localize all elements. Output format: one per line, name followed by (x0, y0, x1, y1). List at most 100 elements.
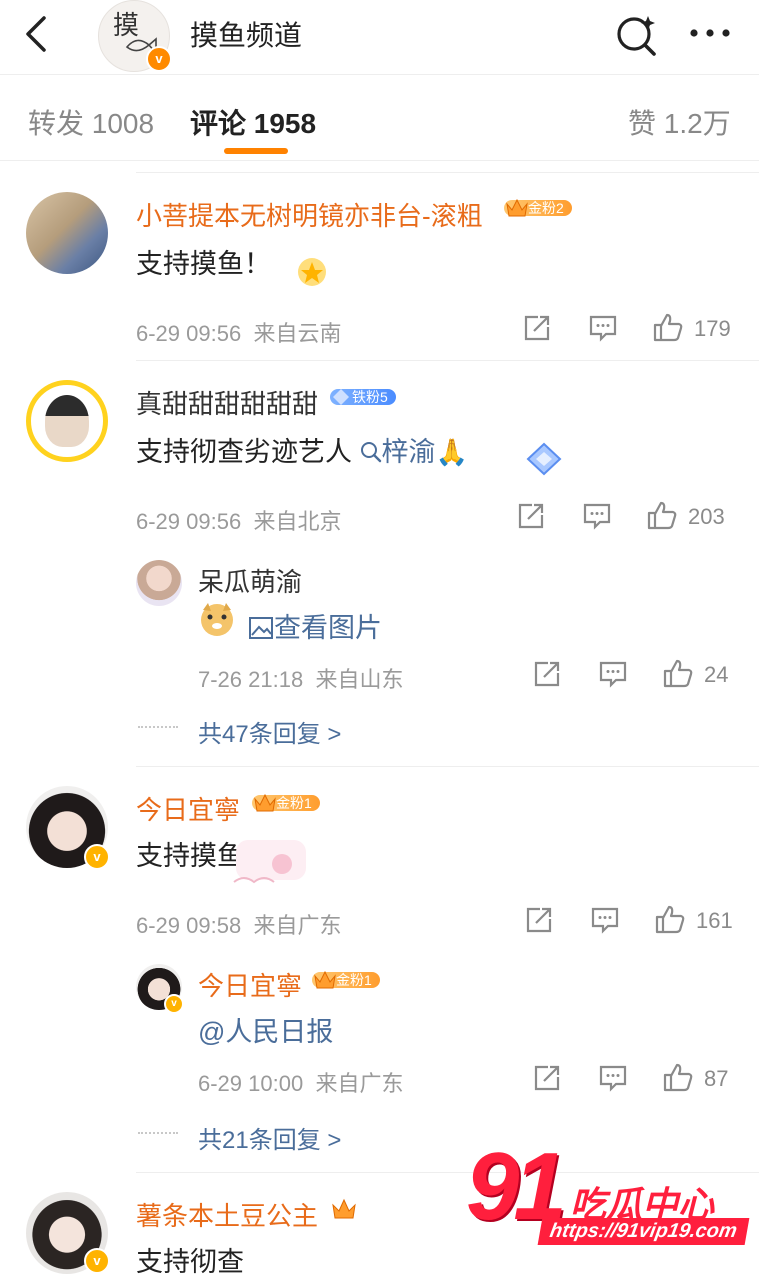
diamond-icon (333, 389, 349, 405)
reply-button[interactable] (582, 502, 612, 535)
fan-badge: 金粉1 (252, 793, 320, 813)
image-icon (249, 617, 273, 639)
share-icon (524, 315, 550, 341)
like-count: 87 (704, 1066, 729, 1091)
like-button[interactable] (654, 904, 686, 939)
like-count: 203 (688, 504, 725, 529)
more-replies-link[interactable]: 共47条回复 > (198, 714, 341, 749)
share-icon (534, 1065, 560, 1091)
fan-badge: 金粉2 (504, 198, 572, 218)
like-button[interactable] (646, 500, 678, 535)
header-divider (0, 74, 759, 75)
reply-time: 6-29 10:00 来自广东 (198, 1071, 404, 1096)
thumbs-up-icon (663, 1063, 693, 1092)
like-button[interactable] (662, 658, 694, 693)
comment-text: 支持摸鱼 (136, 841, 244, 871)
thumbs-up-icon (653, 313, 683, 342)
comment-text: 支持摸鱼！ (136, 249, 271, 279)
comment-author[interactable]: 薯条本土豆公主 (136, 1196, 318, 1233)
divider (136, 766, 759, 767)
thumbs-up-icon (647, 501, 677, 530)
comment-text: 支持彻查劣迹艺人 梓渝🙏 (136, 437, 468, 467)
comment-bubble-decoration (288, 252, 336, 297)
more-replies-link[interactable]: 共21条回复 > (198, 1120, 341, 1155)
comment-icon (589, 315, 617, 342)
reply-button[interactable] (590, 906, 620, 939)
reply-author[interactable]: 今日宜寧 (198, 966, 302, 1003)
tab-comment[interactable]: 评论 1958 (190, 102, 316, 142)
share-button[interactable] (532, 1064, 562, 1097)
like-count: 179 (694, 316, 731, 341)
diamond-decoration-icon (526, 442, 562, 476)
reply-button[interactable] (598, 660, 628, 693)
topic-link[interactable]: 梓渝 (360, 437, 436, 467)
like-button[interactable] (652, 312, 684, 347)
like-button[interactable] (662, 1062, 694, 1097)
share-button[interactable] (524, 906, 554, 939)
page-title: 摸鱼频道 (190, 20, 303, 51)
back-button[interactable] (18, 12, 58, 56)
share-button[interactable] (522, 314, 552, 347)
divider (136, 360, 759, 361)
share-button[interactable] (516, 502, 546, 535)
crown-icon (254, 793, 276, 812)
pink-cloud-decoration-icon (233, 840, 306, 884)
share-icon (526, 907, 552, 933)
fan-badge: 金粉1 (312, 970, 380, 990)
fan-badge: 铁粉5 (330, 387, 396, 407)
reply-text[interactable]: @人民日报 (198, 1010, 333, 1049)
avatar[interactable] (136, 560, 182, 606)
chevron-left-icon (26, 16, 46, 52)
divider (136, 172, 759, 173)
share-icon (518, 503, 544, 529)
comment-icon (583, 503, 611, 530)
comment-time: 6-29 09:58 来自广东 (136, 913, 342, 938)
dotted-line (138, 726, 178, 728)
tabs-divider (0, 160, 759, 161)
reply-button[interactable] (598, 1064, 628, 1097)
share-icon (534, 661, 560, 687)
reply-button[interactable] (588, 314, 618, 347)
comment-time: 6-29 09:56 来自云南 (136, 321, 342, 346)
crown-icon (506, 198, 528, 217)
search-icon (360, 442, 381, 463)
comment-bubble-decoration (520, 438, 568, 485)
reply-time: 7-26 21:18 来自山东 (198, 667, 404, 692)
thumbs-up-icon (663, 659, 693, 688)
more-dots-icon (690, 29, 730, 37)
more-options-button[interactable] (688, 20, 734, 46)
comment-icon (599, 1065, 627, 1092)
share-button[interactable] (532, 660, 562, 693)
thumbs-up-icon (655, 905, 685, 934)
dotted-line (138, 1132, 178, 1134)
comment-bubble-decoration (230, 836, 320, 893)
search-sparkle-icon (617, 16, 656, 56)
tab-repost[interactable]: 转发 1008 (28, 102, 154, 142)
verified-badge-icon: v (84, 844, 110, 870)
avatar[interactable] (26, 192, 108, 274)
crown-icon (314, 970, 336, 989)
view-image-link[interactable]: 查看图片 (248, 606, 382, 645)
comment-icon (599, 661, 627, 688)
doge-emoji-icon (198, 600, 236, 643)
comment-author[interactable]: 今日宜寧 (136, 790, 240, 827)
verified-badge-icon: v (84, 1248, 110, 1274)
avatar[interactable] (26, 380, 108, 462)
like-count: 24 (704, 662, 729, 687)
comment-time: 6-29 09:56 来自北京 (136, 509, 342, 534)
star-decoration-icon (298, 258, 326, 286)
active-tab-indicator (224, 148, 288, 154)
tab-like[interactable]: 赞 1.2万 (628, 102, 731, 142)
comment-icon (591, 907, 619, 934)
watermark-url: https://91vip19.com (537, 1218, 750, 1245)
like-count: 161 (696, 908, 733, 933)
verified-badge-icon: v (164, 994, 184, 1014)
verified-badge-icon: v (146, 46, 172, 72)
watermark-logo: 91 吃瓜中心 https://91vip19.com (466, 1133, 756, 1256)
comment-text: 支持彻查 (136, 1247, 244, 1277)
crown-icon (330, 1196, 358, 1227)
comment-author[interactable]: 小菩提本无树明镜亦非台-滚粗 (136, 196, 483, 233)
reply-author[interactable]: 呆瓜萌渝 (198, 562, 302, 599)
comment-author[interactable]: 真甜甜甜甜甜甜 (136, 384, 318, 421)
search-button[interactable] (614, 12, 660, 58)
